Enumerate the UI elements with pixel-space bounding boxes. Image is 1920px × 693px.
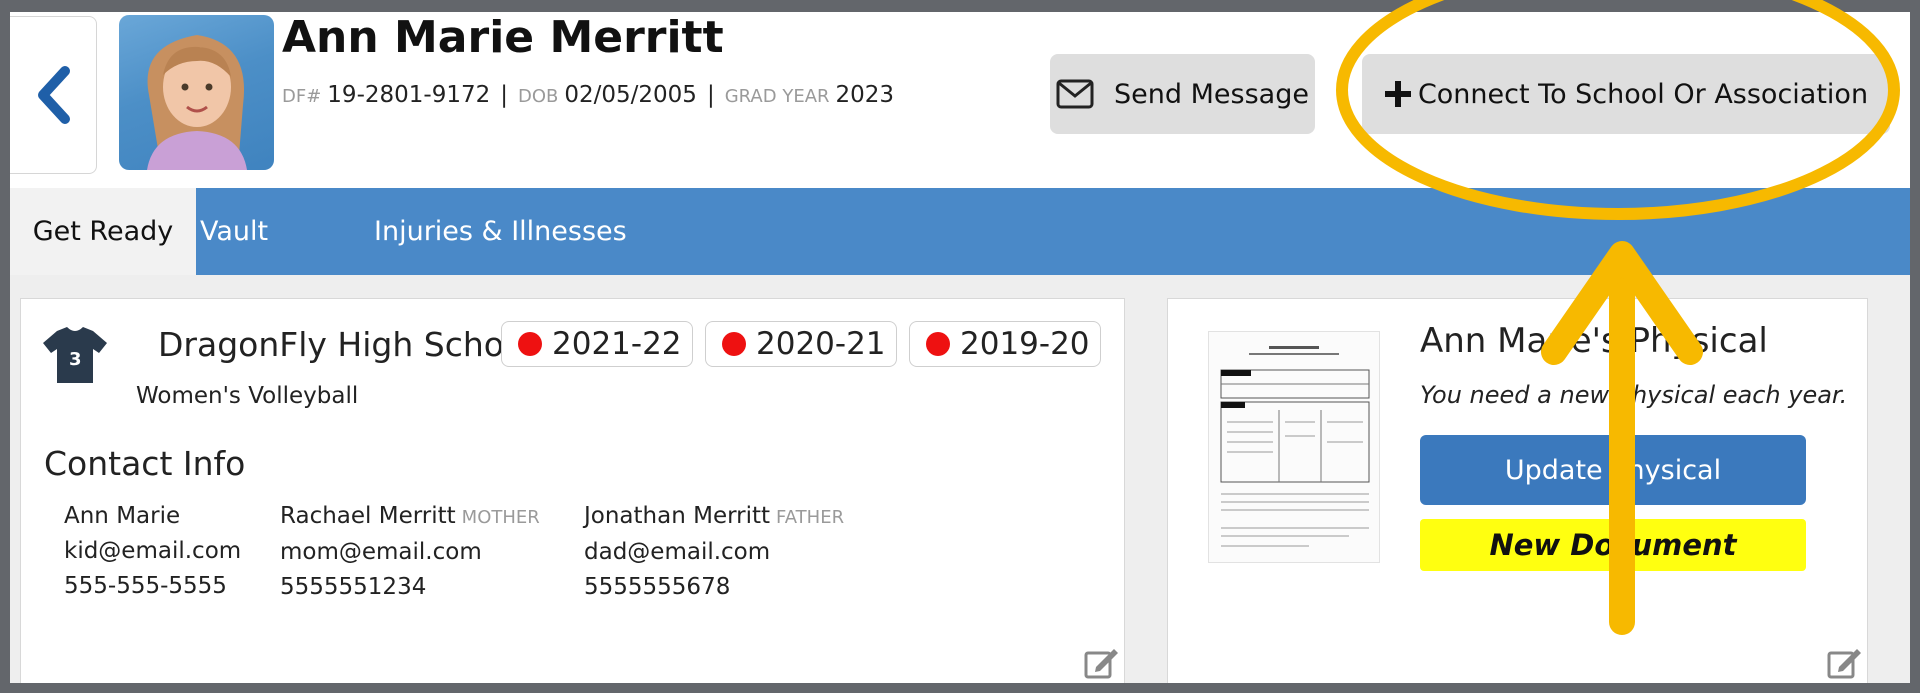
contact-name: Rachael Merritt MOTHER bbox=[280, 499, 540, 535]
update-physical-button[interactable]: Update Physical bbox=[1420, 435, 1806, 505]
separator: | bbox=[706, 82, 715, 108]
jersey-icon: 3 bbox=[43, 327, 109, 389]
physical-subtitle: You need a new physical each year. bbox=[1420, 381, 1848, 409]
edit-icon bbox=[1084, 649, 1118, 679]
contact-name: Ann Marie bbox=[64, 499, 241, 534]
status-dot bbox=[722, 332, 746, 356]
season-badge[interactable]: 2019-20 bbox=[909, 321, 1101, 367]
send-message-button[interactable]: Send Message bbox=[1050, 54, 1315, 134]
sport-label: Women's Volleyball bbox=[136, 383, 359, 409]
physical-document-thumbnail[interactable] bbox=[1208, 331, 1380, 563]
season-label: 2019-20 bbox=[960, 326, 1090, 362]
dob-label: DOB bbox=[517, 86, 559, 107]
tab-injuries-illnesses[interactable]: Injuries & Illnesses bbox=[374, 188, 627, 275]
contact-email[interactable]: mom@email.com bbox=[280, 535, 540, 570]
tab-get-ready[interactable]: Get Ready bbox=[10, 188, 196, 275]
contact-email[interactable]: dad@email.com bbox=[584, 535, 844, 570]
contact-entry: Ann Marie kid@email.com 555-555-5555 bbox=[64, 499, 241, 604]
contact-name: Jonathan Merritt FATHER bbox=[584, 499, 844, 535]
document-preview-icon bbox=[1220, 346, 1370, 547]
df-value: 19-2801-9172 bbox=[327, 82, 491, 108]
profile-name: Ann Marie Merritt bbox=[282, 12, 724, 63]
app-frame: Ann Marie Merritt DF# 19-2801-9172 | DOB 02/… bbox=[10, 12, 1910, 683]
contact-entry: Jonathan Merritt FATHER dad@email.com 555… bbox=[584, 499, 844, 605]
school-card: 3 DragonFly High School 2021-22 2020-21 … bbox=[20, 298, 1125, 683]
profile-header: Ann Marie Merritt DF# 19-2801-9172 | DOB 02/… bbox=[10, 12, 1910, 188]
contact-phone[interactable]: 5555555678 bbox=[584, 570, 844, 605]
edit-button[interactable] bbox=[1827, 647, 1863, 683]
dob-value: 02/05/2005 bbox=[564, 82, 697, 108]
chevron-left-icon bbox=[38, 66, 70, 124]
school-name: DragonFly High School bbox=[158, 325, 534, 364]
status-dot bbox=[518, 332, 542, 356]
season-label: 2021-22 bbox=[552, 326, 682, 362]
tab-bar: Get Ready Vault Injuries & Illnesses bbox=[10, 188, 1910, 275]
contact-name-text: Rachael Merritt bbox=[280, 503, 456, 529]
contact-name-text: Jonathan Merritt bbox=[584, 503, 771, 529]
physical-title: Ann Marie's Physical bbox=[1420, 321, 1768, 361]
grad-year-value: 2023 bbox=[835, 82, 895, 108]
status-dot bbox=[926, 332, 950, 356]
contact-phone[interactable]: 555-555-5555 bbox=[64, 569, 241, 604]
season-label: 2020-21 bbox=[756, 326, 886, 362]
new-document-badge: New Document bbox=[1420, 519, 1806, 571]
plus-icon bbox=[1384, 81, 1411, 107]
avatar bbox=[119, 15, 274, 170]
relation-label: FATHER bbox=[776, 507, 845, 528]
separator: | bbox=[500, 82, 508, 108]
season-badge[interactable]: 2020-21 bbox=[705, 321, 897, 367]
back-button[interactable] bbox=[10, 16, 97, 174]
relation-label: MOTHER bbox=[461, 507, 540, 528]
contact-info-heading: Contact Info bbox=[44, 444, 246, 483]
contact-email[interactable]: kid@email.com bbox=[64, 534, 241, 569]
jersey-number: 3 bbox=[69, 349, 82, 370]
connect-label: Connect To School Or Association bbox=[1417, 78, 1869, 110]
physical-card: Ann Marie's Physical You need a new phys… bbox=[1167, 298, 1868, 683]
child-photo bbox=[147, 35, 247, 170]
tab-vault[interactable]: Vault bbox=[200, 188, 268, 275]
df-label: DF# bbox=[282, 86, 322, 107]
contact-phone[interactable]: 5555551234 bbox=[280, 570, 540, 605]
grad-year-label: GRAD YEAR bbox=[724, 86, 830, 107]
season-badge[interactable]: 2021-22 bbox=[501, 321, 693, 367]
connect-school-button[interactable]: Connect To School Or Association bbox=[1362, 54, 1890, 134]
edit-button[interactable] bbox=[1084, 647, 1120, 683]
contact-entry: Rachael Merritt MOTHER mom@email.com 5555… bbox=[280, 499, 540, 605]
contact-name-text: Ann Marie bbox=[64, 503, 181, 529]
send-message-label: Send Message bbox=[1114, 78, 1309, 110]
profile-meta: DF# 19-2801-9172 | DOB 02/05/2005 | GRAD YEAR 2… bbox=[282, 82, 894, 108]
edit-icon bbox=[1827, 649, 1861, 679]
envelope-icon bbox=[1056, 79, 1094, 109]
